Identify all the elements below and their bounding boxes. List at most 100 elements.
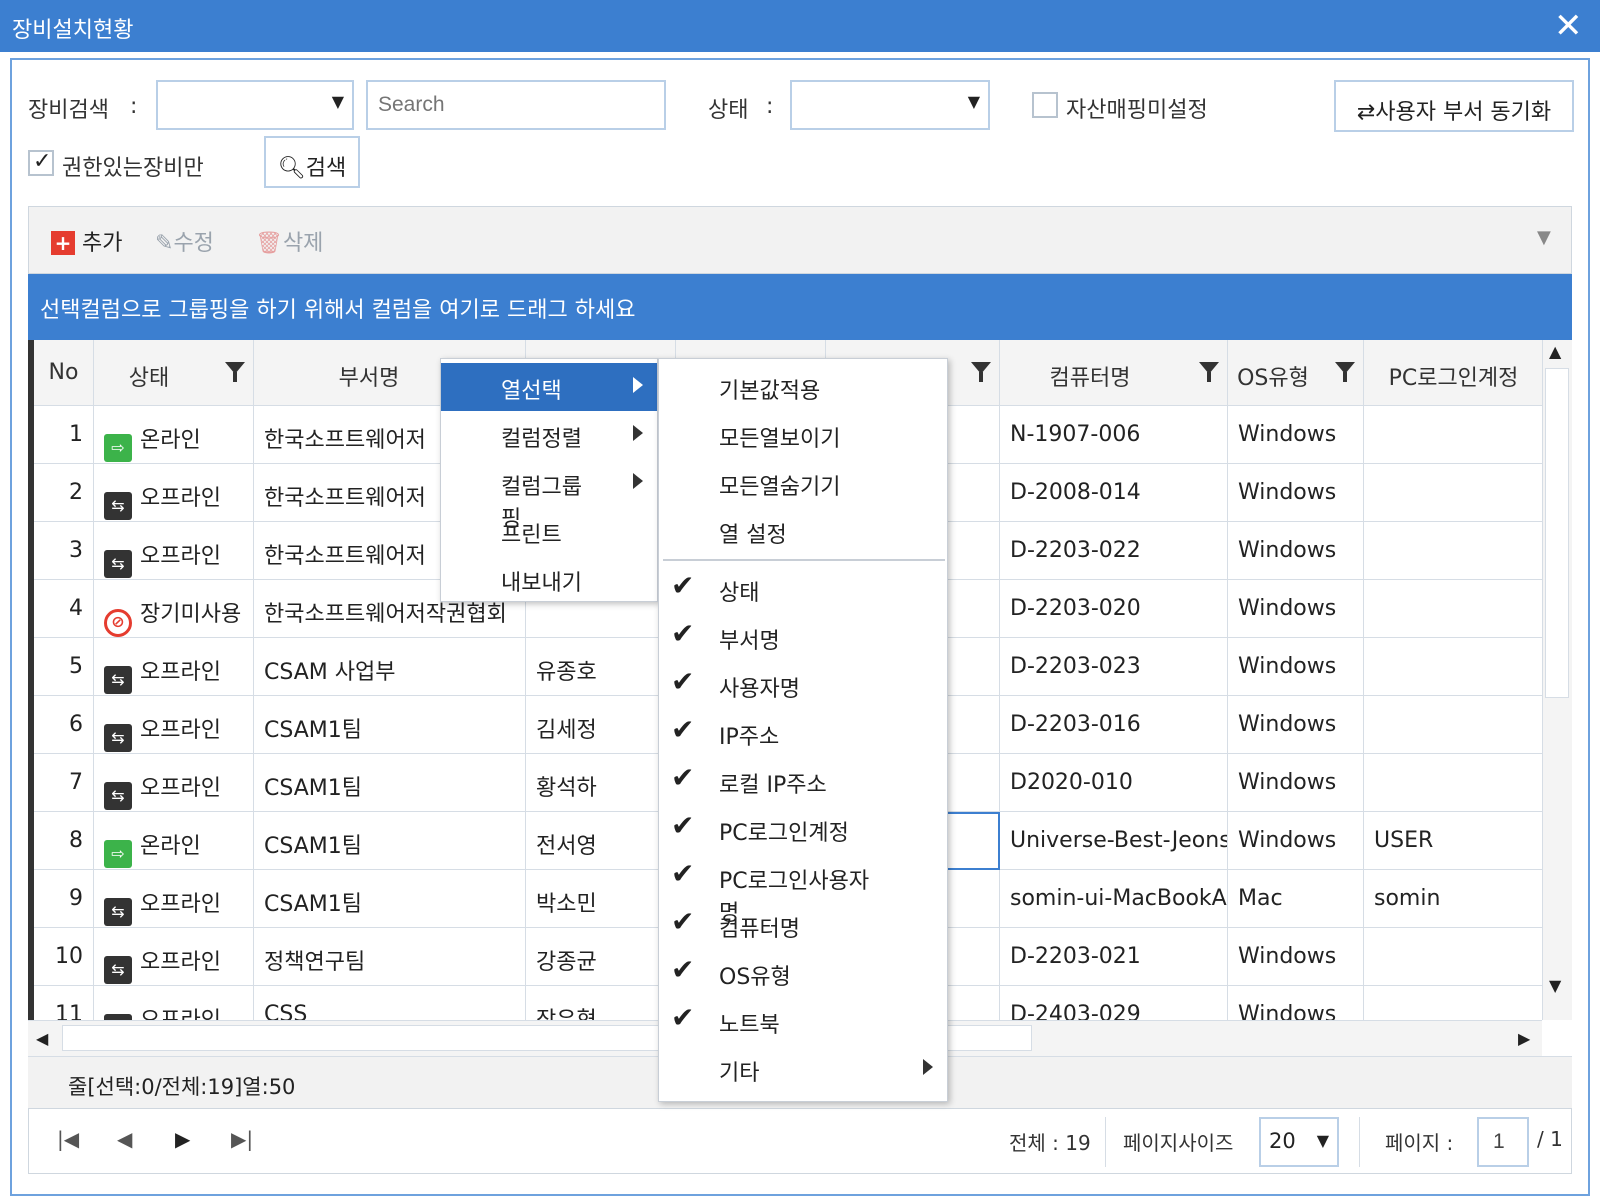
header-status[interactable]: 상태 xyxy=(94,340,254,406)
status-cell[interactable]: ⇆오프라인 xyxy=(94,696,254,754)
user-cell[interactable]: 황석하 xyxy=(526,754,676,812)
login-cell[interactable] xyxy=(1364,522,1544,580)
user-cell[interactable]: 전서영 xyxy=(526,812,676,870)
dept-cell[interactable]: CSAM1팀 xyxy=(254,696,526,754)
dept-cell[interactable]: CSAM1팀 xyxy=(254,870,526,928)
login-cell[interactable] xyxy=(1364,928,1544,986)
column-toggle-item[interactable]: ✔ 로컬 IP주소 xyxy=(659,757,947,805)
filter-icon[interactable] xyxy=(225,362,245,382)
os-cell[interactable]: Windows xyxy=(1228,406,1364,464)
os-cell[interactable]: Windows xyxy=(1228,928,1364,986)
os-cell[interactable]: Windows xyxy=(1228,754,1364,812)
edit-button[interactable]: ✎수정 xyxy=(155,225,214,257)
login-cell[interactable] xyxy=(1364,986,1544,1020)
computer-cell[interactable]: D2020-010 xyxy=(1000,754,1228,812)
status-dropdown[interactable]: ▼ xyxy=(790,80,990,130)
header-no[interactable]: No xyxy=(34,340,94,406)
login-cell[interactable] xyxy=(1364,696,1544,754)
user-cell[interactable]: 유종호 xyxy=(526,638,676,696)
header-os[interactable]: OS유형 xyxy=(1228,340,1364,406)
column-toggle-item[interactable]: ✔ 노트북 xyxy=(659,997,947,1045)
group-drop-area[interactable]: 선택컬럼으로 그룹핑을 하기 위해서 컬럼을 여기로 드래그 하세요 xyxy=(28,274,1572,340)
user-cell[interactable]: 김세정 xyxy=(526,696,676,754)
filter-icon[interactable] xyxy=(1199,362,1219,382)
computer-cell[interactable]: Universe-Best-Jeonsy xyxy=(1000,812,1228,870)
computer-cell[interactable]: D-2403-029 xyxy=(1000,986,1228,1020)
os-cell[interactable]: Windows xyxy=(1228,638,1364,696)
os-cell[interactable]: Windows xyxy=(1228,986,1364,1020)
filter-icon[interactable] xyxy=(1335,362,1355,382)
next-page-icon[interactable]: ▶ xyxy=(175,1127,190,1151)
page-number-input[interactable] xyxy=(1477,1117,1529,1167)
login-cell[interactable] xyxy=(1364,406,1544,464)
dept-cell[interactable]: CSAM1팀 xyxy=(254,812,526,870)
computer-cell[interactable]: D-2203-023 xyxy=(1000,638,1228,696)
login-cell[interactable] xyxy=(1364,464,1544,522)
computer-cell[interactable]: D-2203-021 xyxy=(1000,928,1228,986)
column-toggle-item[interactable]: ✔ OS유형 xyxy=(659,949,947,997)
status-cell[interactable]: ⊘ 장기미사용 xyxy=(94,580,254,638)
vertical-scrollbar[interactable]: ▲ ▼ xyxy=(1542,340,1572,1020)
computer-cell[interactable]: D-2203-022 xyxy=(1000,522,1228,580)
first-page-icon[interactable]: |◀ xyxy=(57,1127,79,1151)
column-toggle-item[interactable]: ✔ 상태 xyxy=(659,565,947,613)
add-button[interactable]: + 추가 xyxy=(51,225,122,257)
status-cell[interactable]: ⇆오프라인 xyxy=(94,986,254,1020)
dept-cell[interactable]: CSAM 사업부 xyxy=(254,638,526,696)
filter-options-icon[interactable]: ▼ xyxy=(1537,227,1551,248)
context-menu-item[interactable]: 컬럼정렬 xyxy=(441,411,657,459)
delete-button[interactable]: 🗑︎삭제 xyxy=(255,225,323,257)
computer-cell[interactable]: D-2203-020 xyxy=(1000,580,1228,638)
row-number[interactable]: 4 xyxy=(34,580,94,638)
status-cell[interactable]: ⇆오프라인 xyxy=(94,870,254,928)
login-cell[interactable] xyxy=(1364,754,1544,812)
more-columns-item[interactable]: 기타 xyxy=(659,1045,947,1093)
dept-cell[interactable]: CSS xyxy=(254,986,526,1020)
row-number[interactable]: 6 xyxy=(34,696,94,754)
column-toggle-item[interactable]: ✔ PC로그인계정 xyxy=(659,805,947,853)
row-number[interactable]: 8 xyxy=(34,812,94,870)
computer-cell[interactable]: D-2203-016 xyxy=(1000,696,1228,754)
os-cell[interactable]: Windows xyxy=(1228,580,1364,638)
vertical-scroll-thumb[interactable] xyxy=(1545,368,1569,698)
filter-icon[interactable] xyxy=(971,362,991,382)
column-action-item[interactable]: 열 설정 xyxy=(659,507,947,555)
user-cell[interactable]: 강종균 xyxy=(526,928,676,986)
login-cell[interactable]: USER xyxy=(1364,812,1544,870)
header-computer[interactable]: 컴퓨터명 xyxy=(1000,340,1228,406)
user-cell[interactable]: 장우혁 xyxy=(526,986,676,1020)
login-cell[interactable] xyxy=(1364,580,1544,638)
row-number[interactable]: 7 xyxy=(34,754,94,812)
scroll-right-icon[interactable]: ▶ xyxy=(1518,1029,1530,1048)
computer-cell[interactable]: N-1907-006 xyxy=(1000,406,1228,464)
prev-page-icon[interactable]: ◀ xyxy=(117,1127,132,1151)
os-cell[interactable]: Mac xyxy=(1228,870,1364,928)
row-number[interactable]: 5 xyxy=(34,638,94,696)
login-cell[interactable] xyxy=(1364,638,1544,696)
status-cell[interactable]: ⇆오프라인 xyxy=(94,464,254,522)
column-action-item[interactable]: 기본값적용 xyxy=(659,363,947,411)
row-number[interactable]: 2 xyxy=(34,464,94,522)
column-toggle-item[interactable]: ✔ 사용자명 xyxy=(659,661,947,709)
scroll-up-icon[interactable]: ▲ xyxy=(1549,342,1561,361)
column-action-item[interactable]: 모든열보이기 xyxy=(659,411,947,459)
row-number[interactable]: 9 xyxy=(34,870,94,928)
scroll-down-icon[interactable]: ▼ xyxy=(1549,976,1561,995)
device-type-dropdown[interactable]: ▼ xyxy=(156,80,354,130)
status-cell[interactable]: ⇆오프라인 xyxy=(94,638,254,696)
asset-mapping-checkbox[interactable] xyxy=(1032,92,1058,118)
dept-cell[interactable]: 정책연구팀 xyxy=(254,928,526,986)
permitted-only-checkbox[interactable]: ✓ xyxy=(28,149,54,176)
os-cell[interactable]: Windows xyxy=(1228,812,1364,870)
status-cell[interactable]: ⇆오프라인 xyxy=(94,754,254,812)
column-toggle-item[interactable]: ✔ IP주소 xyxy=(659,709,947,757)
os-cell[interactable]: Windows xyxy=(1228,464,1364,522)
row-number[interactable]: 11 xyxy=(34,986,94,1020)
row-number[interactable]: 1 xyxy=(34,406,94,464)
status-cell[interactable]: ⇆오프라인 xyxy=(94,522,254,580)
row-number[interactable]: 10 xyxy=(34,928,94,986)
context-menu-item[interactable]: 열선택 xyxy=(441,363,657,411)
column-toggle-item[interactable]: ✔ PC로그인사용자명 xyxy=(659,853,947,926)
login-cell[interactable]: somin xyxy=(1364,870,1544,928)
os-cell[interactable]: Windows xyxy=(1228,522,1364,580)
